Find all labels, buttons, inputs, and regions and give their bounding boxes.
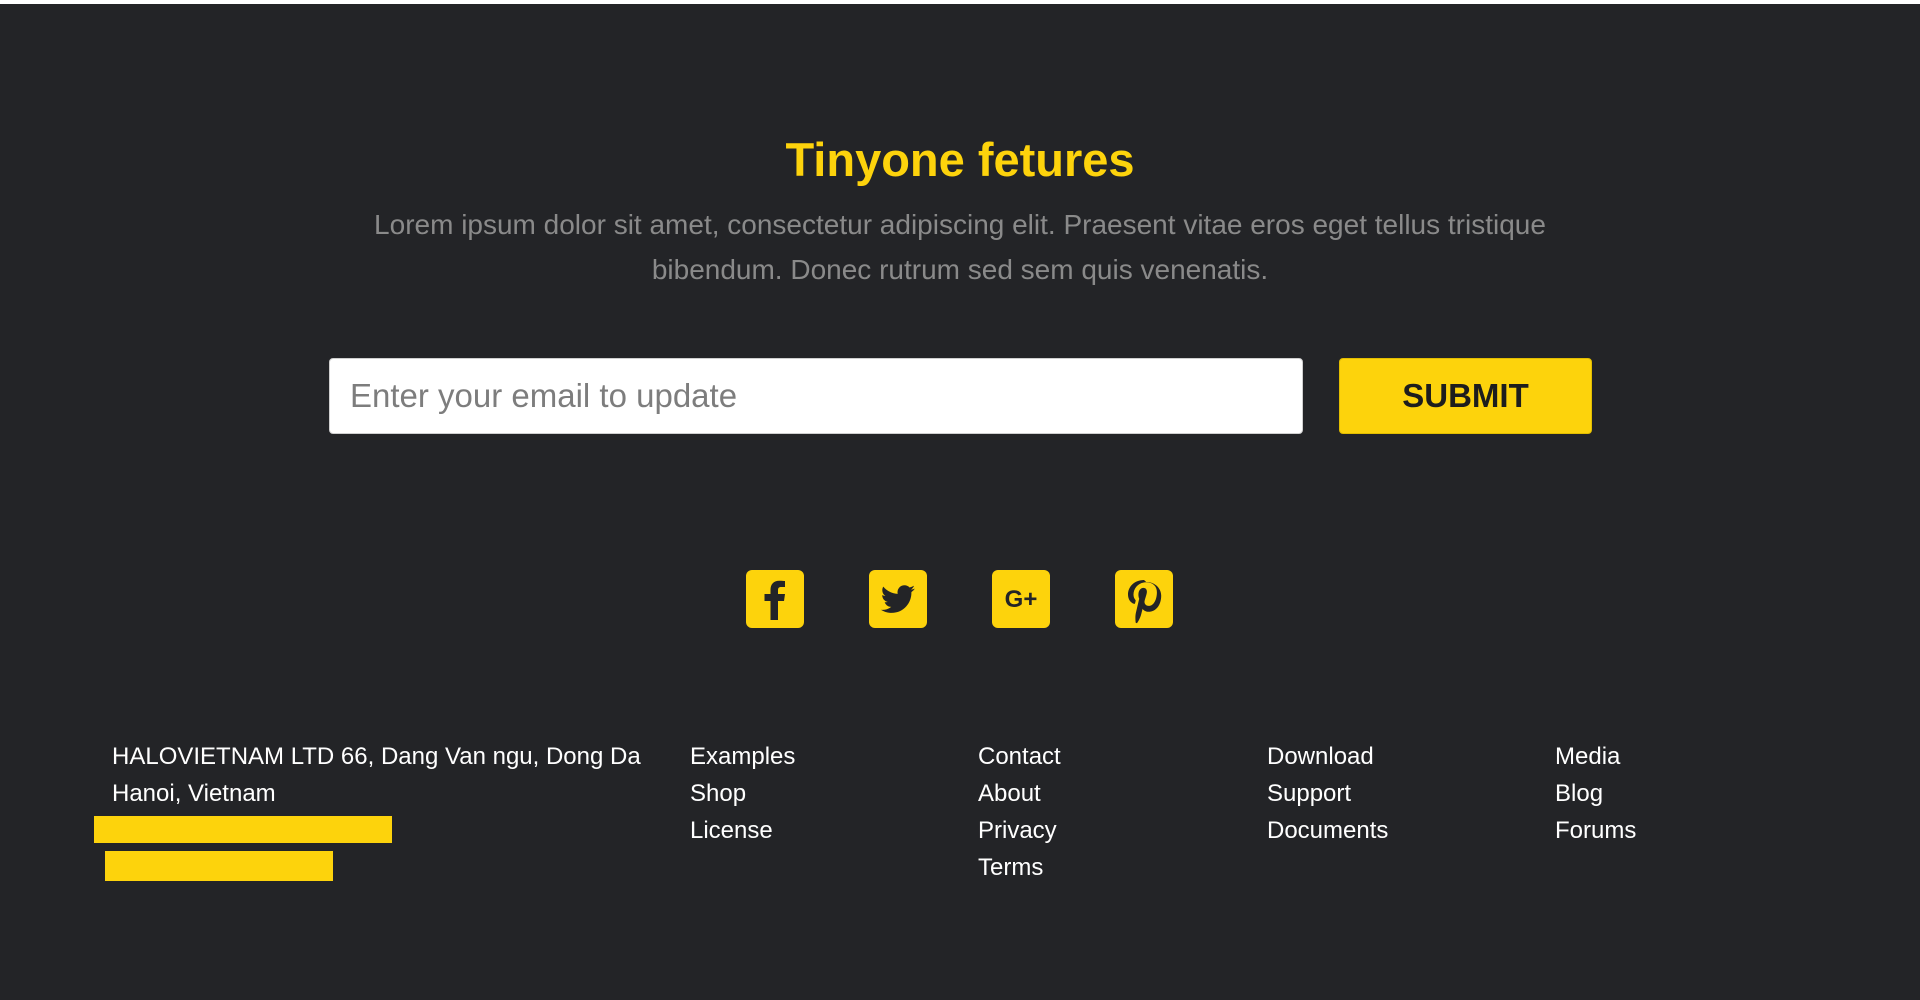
footer-links-column: Download Support Documents <box>1267 738 1388 849</box>
footer-link-download[interactable]: Download <box>1267 738 1388 775</box>
email-input[interactable] <box>329 358 1303 434</box>
pinterest-icon <box>1128 580 1162 624</box>
footer-link-terms[interactable]: Terms <box>978 849 1061 886</box>
facebook-icon <box>764 580 785 620</box>
twitter-icon <box>880 585 915 613</box>
address-line: HALOVIETNAM LTD 66, Dang Van ngu, Dong D… <box>112 743 641 770</box>
company-address: HALOVIETNAM LTD 66, Dang Van ngu, Dong D… <box>112 738 641 812</box>
redacted-contact-block <box>94 816 392 843</box>
footer-link-about[interactable]: About <box>978 775 1061 812</box>
pinterest-link[interactable] <box>1115 570 1173 628</box>
footer-link-examples[interactable]: Examples <box>690 738 795 775</box>
footer-link-documents[interactable]: Documents <box>1267 812 1388 849</box>
footer-link-shop[interactable]: Shop <box>690 775 795 812</box>
footer-link-media[interactable]: Media <box>1555 738 1636 775</box>
footer-link-support[interactable]: Support <box>1267 775 1388 812</box>
page: Tinyone fetures Lorem ipsum dolor sit am… <box>0 0 1920 1000</box>
footer-link-contact[interactable]: Contact <box>978 738 1061 775</box>
footer-links-column: Contact About Privacy Terms <box>978 738 1061 886</box>
footer-link-blog[interactable]: Blog <box>1555 775 1636 812</box>
footer-link-privacy[interactable]: Privacy <box>978 812 1061 849</box>
section-title: Tinyone fetures <box>785 133 1135 186</box>
redacted-contact-block <box>105 851 333 881</box>
footer-link-license[interactable]: License <box>690 812 795 849</box>
google-plus-link[interactable]: G+ <box>992 570 1050 628</box>
facebook-link[interactable] <box>746 570 804 628</box>
twitter-link[interactable] <box>869 570 927 628</box>
submit-button[interactable]: SUBMIT <box>1339 358 1592 434</box>
section-description: Lorem ipsum dolor sit amet, consectetur … <box>374 209 1546 285</box>
svg-text:G+: G+ <box>1005 586 1038 613</box>
footer-links-column: Examples Shop License <box>690 738 795 849</box>
footer-links-column: Media Blog Forums <box>1555 738 1636 849</box>
address-line: Hanoi, Vietnam <box>112 780 276 807</box>
footer-section: Tinyone fetures Lorem ipsum dolor sit am… <box>0 4 1920 1000</box>
footer-link-forums[interactable]: Forums <box>1555 812 1636 849</box>
google-plus-icon: G+ <box>1005 586 1038 613</box>
